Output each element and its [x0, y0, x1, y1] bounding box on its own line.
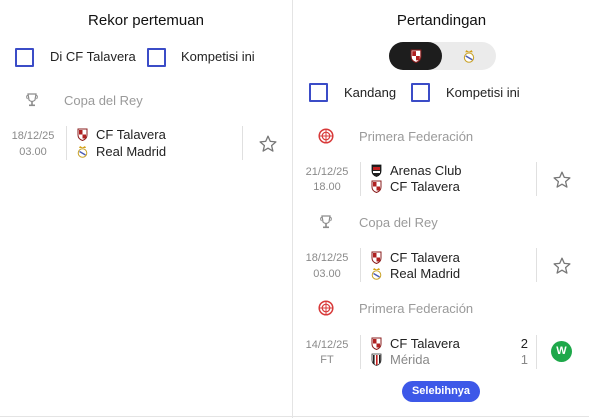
- copa-del-rey-icon: [318, 214, 334, 230]
- real-madrid-crest-icon: [370, 267, 383, 280]
- cf-talavera-crest-icon: [409, 49, 423, 63]
- home-team: Arenas Club: [390, 163, 462, 178]
- match-date: 14/12/25: [305, 339, 349, 351]
- show-more-button[interactable]: Selebihnya: [402, 381, 480, 402]
- home-team: CF Talavera: [390, 336, 460, 351]
- favorite-star-icon[interactable]: [552, 170, 572, 190]
- divider: [242, 126, 243, 160]
- primera-federacion-icon: [318, 300, 334, 316]
- head-to-head-panel: Rekor pertemuan Di CF Talavera Kompetisi…: [0, 0, 293, 418]
- match-status: FT: [320, 354, 334, 366]
- competition-name[interactable]: Primera Federación: [359, 301, 473, 316]
- divider: [536, 248, 537, 282]
- this-competition-label: Kompetisi ini: [446, 85, 520, 100]
- cf-talavera-crest-icon: [76, 128, 89, 141]
- cf-talavera-crest-icon: [370, 337, 383, 350]
- home-team: CF Talavera: [96, 127, 166, 142]
- favorite-star-icon[interactable]: [258, 134, 278, 154]
- divider: [360, 248, 361, 282]
- cf-talavera-crest-icon: [370, 251, 383, 264]
- home-team: CF Talavera: [390, 250, 460, 265]
- match-date: 18/12/25: [11, 130, 55, 142]
- competition-name[interactable]: Copa del Rey: [64, 93, 143, 108]
- real-madrid-crest-icon[interactable]: [462, 49, 476, 63]
- primera-federacion-icon: [318, 128, 334, 144]
- home-checkbox[interactable]: [309, 83, 328, 102]
- divider: [360, 335, 361, 369]
- team-toggle[interactable]: [389, 42, 496, 70]
- away-team: Mérida: [390, 352, 430, 367]
- match-date: 21/12/25: [305, 166, 349, 178]
- divider: [536, 335, 537, 369]
- match-date: 18/12/25: [305, 252, 349, 264]
- match-time: 03.00: [19, 146, 47, 158]
- away-team: CF Talavera: [390, 179, 460, 194]
- away-team: Real Madrid: [96, 144, 167, 159]
- at-team-label: Di CF Talavera: [50, 49, 136, 64]
- team-toggle-selected[interactable]: [389, 42, 442, 70]
- divider: [360, 162, 361, 196]
- away-score: 1: [520, 352, 528, 367]
- real-madrid-crest-icon: [76, 145, 89, 158]
- divider: [0, 416, 589, 417]
- this-competition-checkbox[interactable]: [147, 48, 166, 67]
- away-team: Real Madrid: [390, 266, 461, 281]
- cf-talavera-crest-icon: [370, 180, 383, 193]
- this-competition-checkbox[interactable]: [411, 83, 430, 102]
- favorite-star-icon[interactable]: [552, 256, 572, 276]
- competition-name[interactable]: Copa del Rey: [359, 215, 438, 230]
- this-competition-label: Kompetisi ini: [181, 49, 255, 64]
- win-badge: W: [551, 341, 572, 362]
- match-time: 18.00: [313, 181, 341, 193]
- divider: [536, 162, 537, 196]
- fixtures-panel: Pertandingan Kandang Kompetisi ini Prime…: [294, 0, 589, 418]
- competition-name[interactable]: Primera Federación: [359, 129, 473, 144]
- head-to-head-title: Rekor pertemuan: [88, 12, 204, 29]
- home-label: Kandang: [344, 85, 397, 100]
- copa-del-rey-icon: [24, 92, 40, 108]
- match-time: 03.00: [313, 268, 341, 280]
- arenas-club-crest-icon: [370, 164, 383, 177]
- merida-crest-icon: [370, 353, 383, 366]
- at-team-checkbox[interactable]: [15, 48, 34, 67]
- home-score: 2: [520, 336, 528, 351]
- fixtures-title: Pertandingan: [396, 12, 487, 29]
- divider: [66, 126, 67, 160]
